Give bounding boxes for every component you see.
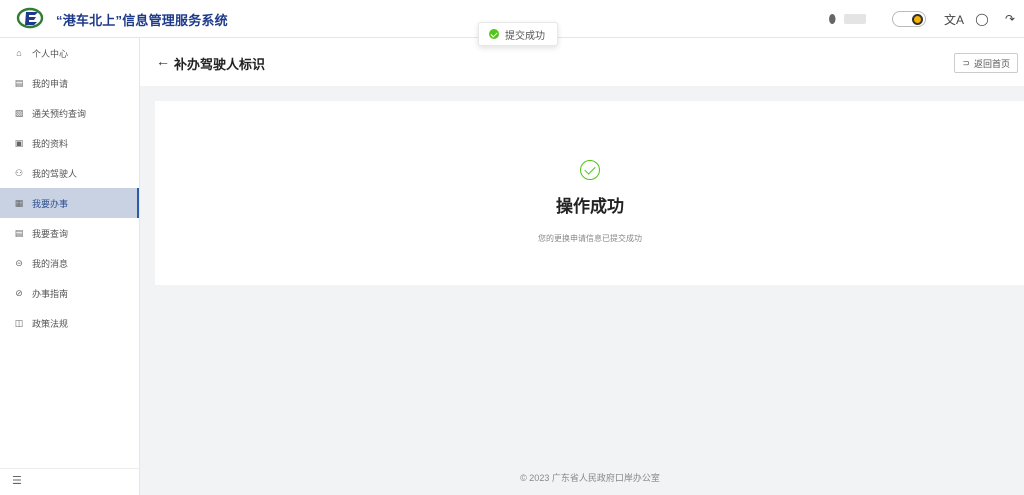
translate-icon[interactable]: 文A: [940, 11, 968, 28]
sidebar-item-label: 办事指南: [32, 288, 69, 299]
result-title: 操作成功: [556, 197, 624, 216]
document-search-icon: ▧: [14, 107, 24, 118]
user-name-masked: [844, 14, 866, 24]
sidebar-item-label: 我的申请: [32, 78, 69, 89]
sidebar-item-my-profile[interactable]: ▣ 我的资料: [0, 128, 139, 158]
copyright-footer: © 2023 广东省人民政府口岸办公室: [520, 473, 660, 483]
id-card-icon: ▣: [14, 137, 24, 148]
toggle-knob: [912, 14, 923, 25]
sidebar-divider: [0, 468, 140, 469]
check-circle-icon: [489, 29, 499, 39]
result-subtitle: 您的更换申请信息已提交成功: [538, 234, 642, 243]
sidebar-item-personal-center[interactable]: ⌂ 个人中心: [0, 38, 139, 68]
theme-toggle[interactable]: [892, 11, 926, 27]
chat-icon[interactable]: ◯: [968, 12, 996, 26]
user-icon: ⌂: [16, 48, 22, 58]
message-icon: ⊝: [15, 257, 23, 268]
top-right-tools: ⬮ 文A ◯ ↷: [828, 0, 1024, 38]
logo-icon: [16, 7, 44, 29]
home-return-icon: ⊃: [962, 57, 970, 68]
driver-icon: ⚇: [14, 167, 24, 178]
sidebar-item-query[interactable]: ▤ 我要查询: [0, 218, 139, 248]
sidebar-item-tasks[interactable]: ▦ 我要办事: [0, 188, 139, 218]
sidebar-item-label: 政策法规: [32, 318, 69, 329]
back-home-button[interactable]: ⊃ 返回首页: [954, 53, 1018, 73]
sidebar-item-label: 我的消息: [32, 258, 69, 269]
sidebar-item-customs-booking[interactable]: ▧ 通关预约查询: [0, 98, 139, 128]
sidebar-item-messages[interactable]: ⊝ 我的消息: [0, 248, 139, 278]
sidebar-item-label: 我的驾驶人: [32, 168, 78, 179]
page-header: ← 补办驾驶人标识 ⊃ 返回首页: [140, 38, 1024, 86]
sidebar-item-my-drivers[interactable]: ⚇ 我的驾驶人: [0, 158, 139, 188]
sidebar-item-label: 我要办事: [32, 198, 69, 209]
arrow-left-icon[interactable]: ←: [156, 53, 170, 69]
sidebar-item-policies[interactable]: ◫ 政策法规: [0, 308, 139, 338]
toast-text: 提交成功: [505, 30, 545, 42]
user-icon[interactable]: ⬮: [828, 12, 836, 27]
sidebar-item-label: 我的资料: [32, 138, 69, 149]
document-icon: ▤: [14, 77, 24, 88]
sidebar-item-label: 我要查询: [32, 228, 69, 239]
sidebar-item-my-applications[interactable]: ▤ 我的申请: [0, 68, 139, 98]
success-toast: 提交成功: [478, 22, 558, 46]
app-title: “港车北上”信息管理服务系统: [56, 13, 228, 28]
success-check-icon: [580, 160, 600, 180]
sidebar-item-label: 个人中心: [32, 48, 69, 59]
collapse-menu-icon[interactable]: ☰: [12, 474, 22, 487]
compass-icon: ⊘: [15, 287, 23, 298]
page-title: 补办驾驶人标识: [174, 57, 266, 72]
sidebar-item-guide[interactable]: ⊘ 办事指南: [0, 278, 139, 308]
query-icon: ▤: [14, 227, 24, 238]
sidebar-item-label: 通关预约查询: [32, 108, 87, 119]
book-icon: ◫: [14, 317, 24, 328]
logout-icon[interactable]: ↷: [996, 12, 1024, 26]
sidebar: ⌂ 个人中心 ▤ 我的申请 ▧ 通关预约查询 ▣ 我的资料 ⚇ 我的驾驶人 ▦ …: [0, 38, 140, 495]
task-icon: ▦: [14, 197, 24, 208]
back-home-label: 返回首页: [973, 58, 1010, 69]
